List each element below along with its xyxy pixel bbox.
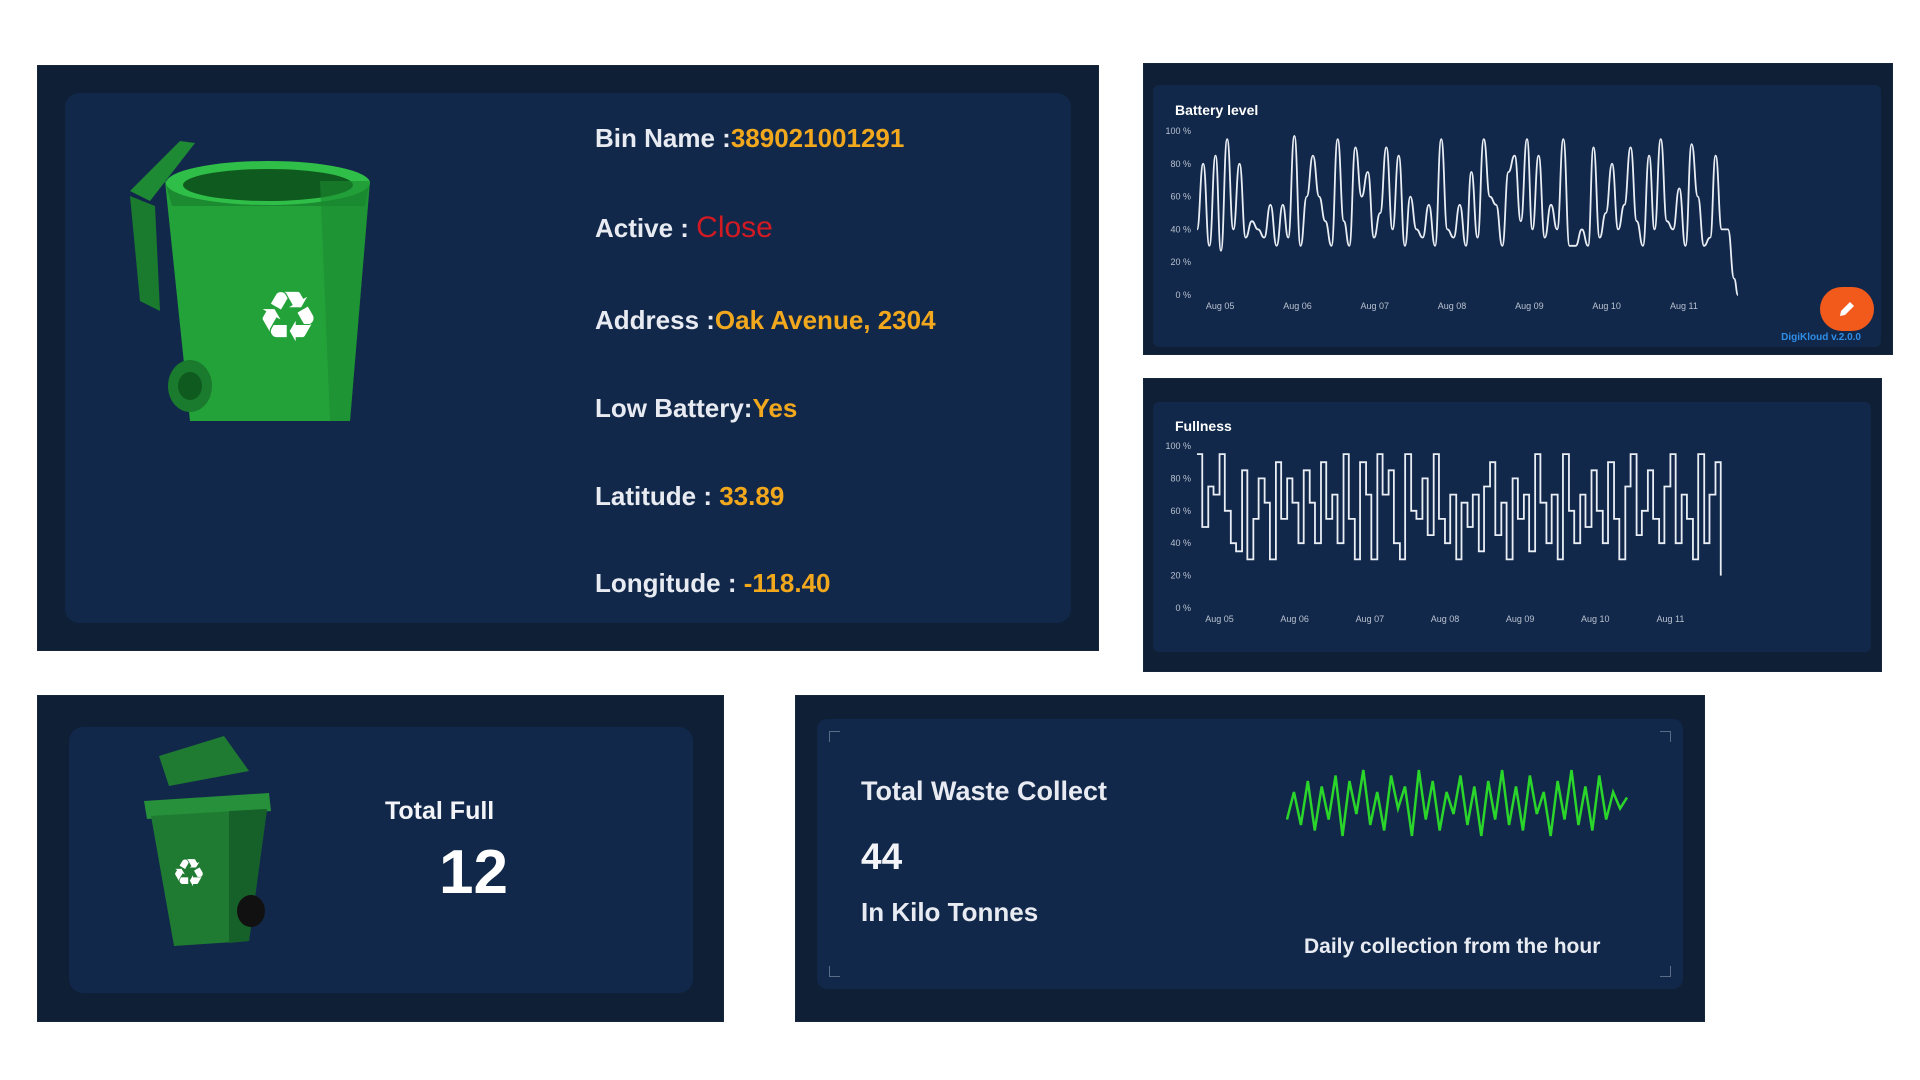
waste-value: 44 [861,836,903,877]
sparkline-path [1285,769,1629,837]
low-battery-value: Yes [752,393,798,423]
waste-panel: Total Waste Collect 44 In Kilo Tonnes Da… [795,695,1705,1022]
y-tick-label: 40 % [1170,224,1191,234]
y-tick-label: 60 % [1170,506,1191,516]
bin-name-value: 389021001291 [730,123,905,153]
fullness-chart-panel: Fullness 0 % 20 % 40 % 60 % 80 % 100 % Aug 05 A… [1143,378,1882,672]
total-full-label: Total Full [385,797,495,825]
x-tick-label: Aug 08 [1438,301,1467,311]
address-label: Address : [595,305,715,335]
y-tick-label: 0 % [1175,290,1191,300]
x-tick-label: Aug 06 [1280,614,1309,624]
x-tick-label: Aug 07 [1356,614,1385,624]
bin-info-panel: ♻ Bin Name :389021001291 Active : Close … [37,65,1099,651]
total-full-panel: ♻ Total Full 12 [37,695,724,1022]
series-line [1197,453,1722,576]
bin-info-card: ♻ Bin Name :389021001291 Active : Close … [65,93,1071,623]
version-label[interactable]: DigiKloud v.2.0.0 [1781,332,1861,343]
y-tick-label: 100 % [1165,126,1191,136]
low-battery-row: Low Battery:Yes [595,393,797,424]
total-full-value: 12 [439,838,508,907]
x-tick-label: Aug 07 [1360,301,1389,311]
x-tick-label: Aug 08 [1431,614,1460,624]
battery-line-chart[interactable]: 0 % 20 % 40 % 60 % 80 % 100 % Aug 05 Aug 06 Aug … [1153,85,1881,347]
corner-decoration [829,731,840,742]
x-tick-label: Aug 11 [1670,301,1698,311]
bin-name-label: Bin Name : [595,123,731,153]
svg-text:♻: ♻ [257,276,320,358]
address-row: Address :Oak Avenue, 2304 [595,305,936,336]
y-tick-label: 80 % [1170,159,1191,169]
active-status-value: Close [696,211,773,244]
longitude-label: Longitude : [595,568,744,598]
corner-decoration [829,966,840,977]
corner-decoration [1660,966,1671,977]
y-tick-label: 20 % [1170,571,1191,581]
y-tick-label: 20 % [1170,257,1191,267]
waste-title: Total Waste Collect [861,776,1108,806]
daily-collection-sparkline [1285,769,1629,837]
svg-text:♻: ♻ [172,851,206,895]
latitude-label: Latitude : [595,481,720,511]
y-tick-label: 100 % [1165,441,1191,451]
x-tick-label: Aug 09 [1515,301,1544,311]
x-tick-label: Aug 10 [1592,301,1621,311]
corner-decoration [1660,731,1671,742]
longitude-value: -118.40 [743,568,831,598]
y-tick-label: 40 % [1170,538,1191,548]
x-tick-label: Aug 05 [1206,301,1235,311]
fullness-chart-card: Fullness 0 % 20 % 40 % 60 % 80 % 100 % Aug 05 A… [1153,402,1871,652]
small-bin-image: ♻ [144,736,271,946]
y-tick-label: 0 % [1175,603,1191,613]
low-battery-label: Low Battery: [595,393,753,423]
x-tick-label: Aug 11 [1656,614,1684,624]
bin-name-row: Bin Name :389021001291 [595,123,904,154]
x-tick-label: Aug 06 [1283,301,1312,311]
recycle-bin-image: ♻ [130,141,370,421]
series-line [1196,135,1739,296]
waste-card: Total Waste Collect 44 In Kilo Tonnes Da… [817,719,1683,989]
y-tick-label: 80 % [1170,473,1191,483]
edit-fab-button[interactable] [1820,287,1874,331]
pencil-icon [1840,302,1854,316]
latitude-value: 33.89 [719,481,785,511]
total-full-card: ♻ Total Full 12 [69,727,693,993]
longitude-row: Longitude : -118.40 [595,568,831,599]
waste-caption: Daily collection from the hour [1304,935,1601,958]
battery-chart-panel: Battery level 0 % 20 % 40 % 60 % 80 % 100 % Au… [1143,63,1893,355]
active-row: Active : Close [595,211,773,245]
battery-chart-card: Battery level 0 % 20 % 40 % 60 % 80 % 100 % Au… [1153,85,1881,347]
waste-unit: In Kilo Tonnes [861,897,1039,927]
x-tick-label: Aug 05 [1205,614,1234,624]
x-tick-label: Aug 09 [1506,614,1535,624]
active-label: Active : [595,213,697,243]
x-tick-label: Aug 10 [1581,614,1610,624]
y-tick-label: 60 % [1170,192,1191,202]
fullness-line-chart[interactable]: 0 % 20 % 40 % 60 % 80 % 100 % Aug 05 Aug 06 Aug … [1153,402,1871,652]
latitude-row: Latitude : 33.89 [595,481,784,512]
address-value: Oak Avenue, 2304 [714,305,936,335]
